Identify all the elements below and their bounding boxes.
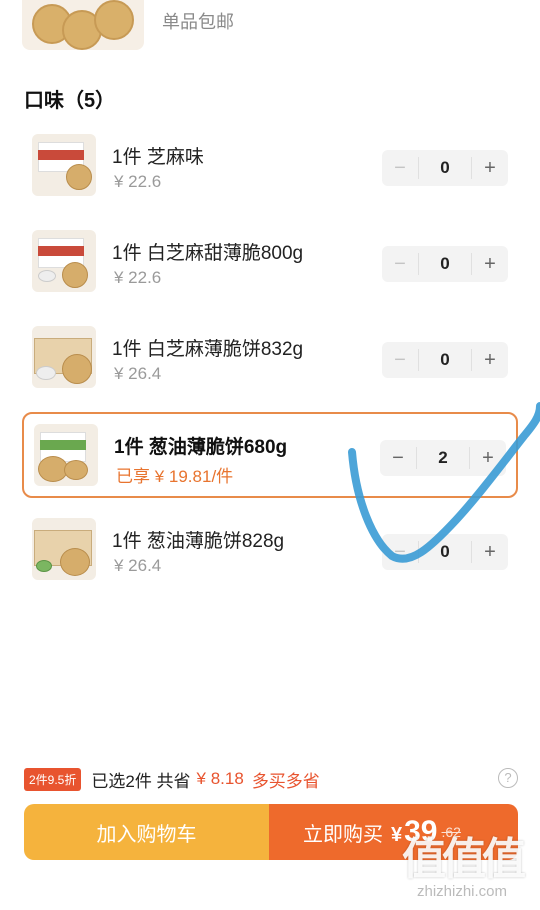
quantity-stepper[interactable]: − 0 + (382, 246, 508, 282)
item-price: ¥ 22.6 (114, 172, 162, 191)
increase-button[interactable]: + (470, 440, 506, 476)
increase-button[interactable]: + (472, 246, 508, 282)
quantity-stepper[interactable]: − 0 + (382, 150, 508, 186)
saved-amount: ¥ 8.18 (196, 769, 244, 788)
item-name: 1件 葱油薄脆饼680g (114, 437, 288, 458)
buy-more-text: 多买多省 (251, 771, 320, 791)
decrease-button[interactable]: − (380, 440, 416, 476)
quantity-value: 0 (418, 157, 472, 179)
add-to-cart-button[interactable]: 加入购物车 (24, 804, 269, 860)
increase-button[interactable]: + (472, 534, 508, 570)
quantity-value: 0 (418, 541, 472, 563)
increase-button[interactable]: + (472, 342, 508, 378)
product-thumbnail (32, 230, 96, 292)
item-price: ¥ 26.4 (114, 364, 162, 383)
shipping-caption: 单品包邮 (162, 12, 234, 32)
flavor-option-scallion-828g[interactable]: 1件 葱油薄脆饼828g ¥ 26.4 − 0 + (22, 508, 518, 594)
quantity-stepper[interactable]: − 2 + (380, 440, 506, 476)
flavor-section-title: 口味（5） (24, 90, 116, 112)
quantity-stepper[interactable]: − 0 + (382, 534, 508, 570)
quantity-value: 0 (418, 253, 472, 275)
currency-symbol: ¥ (391, 824, 403, 846)
product-thumbnail (32, 326, 96, 388)
quantity-value: 2 (416, 447, 470, 469)
quantity-value: 0 (418, 349, 472, 371)
product-thumbnail (32, 134, 96, 196)
watermark-logo: 值值值 (402, 835, 526, 884)
decrease-button[interactable]: − (382, 246, 418, 282)
flavor-option-white-sesame-sweet[interactable]: 1件 白芝麻甜薄脆800g ¥ 22.6 − 0 + (22, 220, 518, 306)
selected-count-text: 已选2件 共省 (91, 771, 191, 791)
flavor-option-sesame[interactable]: 1件 芝麻味 ¥ 22.6 − 0 + (22, 124, 518, 210)
watermark-url: zhizhizhi.com (416, 883, 508, 900)
item-name: 1件 芝麻味 (112, 147, 204, 168)
flavor-option-white-sesame-crisp[interactable]: 1件 白芝麻薄脆饼832g ¥ 26.4 − 0 + (22, 316, 518, 402)
increase-button[interactable]: + (472, 150, 508, 186)
item-discount-price: 已享 ¥ 19.81/件 (116, 467, 234, 486)
flavor-option-scallion-680g[interactable]: 1件 葱油薄脆饼680g 已享 ¥ 19.81/件 − 2 + (22, 412, 518, 498)
quantity-stepper[interactable]: − 0 + (382, 342, 508, 378)
item-name: 1件 白芝麻甜薄脆800g (112, 243, 304, 264)
product-thumbnail-top (22, 0, 144, 50)
item-name: 1件 白芝麻薄脆饼832g (112, 339, 304, 360)
buy-now-label: 立即购买 (303, 823, 383, 846)
order-summary: 2件9.5折 已选2件 共省 ¥ 8.18 多买多省 ? (24, 766, 520, 792)
product-thumbnail (32, 518, 96, 580)
item-name: 1件 葱油薄脆饼828g (112, 531, 285, 552)
item-price: ¥ 26.4 (114, 556, 162, 575)
decrease-button[interactable]: − (382, 150, 418, 186)
item-price: ¥ 22.6 (114, 268, 162, 287)
decrease-button[interactable]: − (382, 534, 418, 570)
promo-tag: 2件9.5折 (24, 767, 82, 791)
help-icon[interactable]: ? (498, 768, 518, 788)
product-thumbnail (34, 424, 98, 486)
decrease-button[interactable]: − (382, 342, 418, 378)
site-watermark: 值值值 zhizhizhi.com (402, 823, 526, 900)
